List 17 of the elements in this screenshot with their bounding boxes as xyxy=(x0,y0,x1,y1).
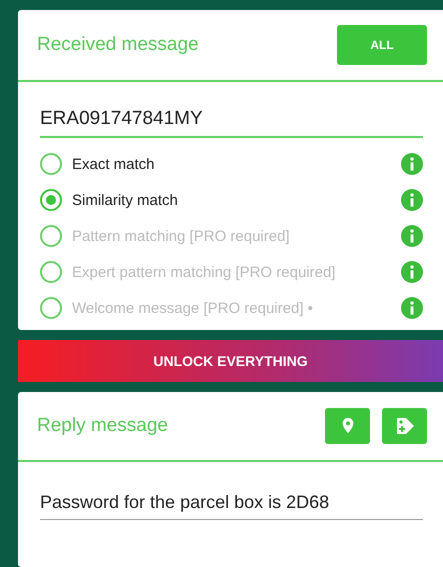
location-button[interactable] xyxy=(325,408,370,444)
add-tag-button[interactable] xyxy=(382,408,427,444)
option-label: Exact match xyxy=(72,156,156,172)
option-label: Welcome message [PRO required] • xyxy=(72,300,314,316)
radio-button[interactable] xyxy=(40,153,62,175)
info-icon[interactable] xyxy=(401,189,423,211)
radio-button[interactable] xyxy=(40,189,62,211)
info-icon[interactable] xyxy=(401,261,423,283)
section-title: Received message xyxy=(37,34,199,56)
info-icon[interactable] xyxy=(401,153,423,175)
section-title: Reply message xyxy=(37,415,168,437)
option-label: Expert pattern matching [PRO required] xyxy=(72,264,336,280)
unlock-button[interactable]: UNLOCK EVERYTHING xyxy=(18,340,443,382)
option-label: Similarity match xyxy=(72,192,179,208)
option-label: Pattern matching [PRO required] xyxy=(72,228,291,244)
info-icon[interactable] xyxy=(401,225,423,247)
info-icon[interactable] xyxy=(401,297,423,319)
